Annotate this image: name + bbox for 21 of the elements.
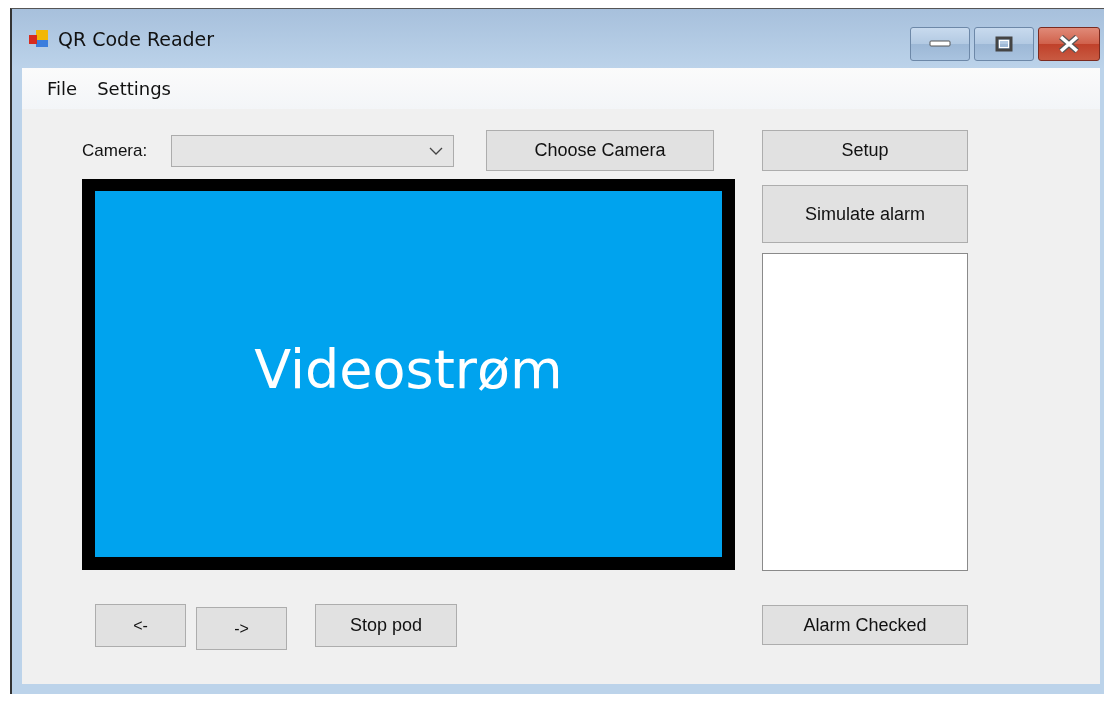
stop-button[interactable]: Stop pod — [315, 604, 457, 647]
camera-label: Camera: — [82, 140, 149, 161]
minimize-icon — [929, 40, 951, 48]
close-button[interactable] — [1038, 27, 1100, 61]
camera-dropdown[interactable] — [171, 134, 454, 167]
alarm-checked-button[interactable]: Alarm Checked — [762, 605, 968, 645]
forward-button[interactable]: -> — [196, 607, 287, 650]
back-button[interactable]: <- — [95, 604, 186, 647]
chevron-down-icon — [429, 146, 443, 155]
minimize-button[interactable] — [910, 27, 970, 61]
close-icon — [1058, 35, 1080, 53]
setup-button[interactable]: Setup — [762, 130, 968, 171]
app-icon — [28, 28, 50, 49]
maximize-button[interactable] — [974, 27, 1034, 61]
simulate-alarm-button[interactable]: Simulate alarm — [762, 185, 968, 243]
window-title: QR Code Reader — [58, 27, 215, 50]
maximize-icon — [995, 36, 1013, 52]
menu-item[interactable]: File — [37, 78, 88, 99]
menu-item[interactable]: Settings — [87, 78, 181, 99]
video-placeholder-text: Videostrøm — [254, 337, 563, 401]
choose-camera-button[interactable]: Choose Camera — [486, 130, 714, 171]
